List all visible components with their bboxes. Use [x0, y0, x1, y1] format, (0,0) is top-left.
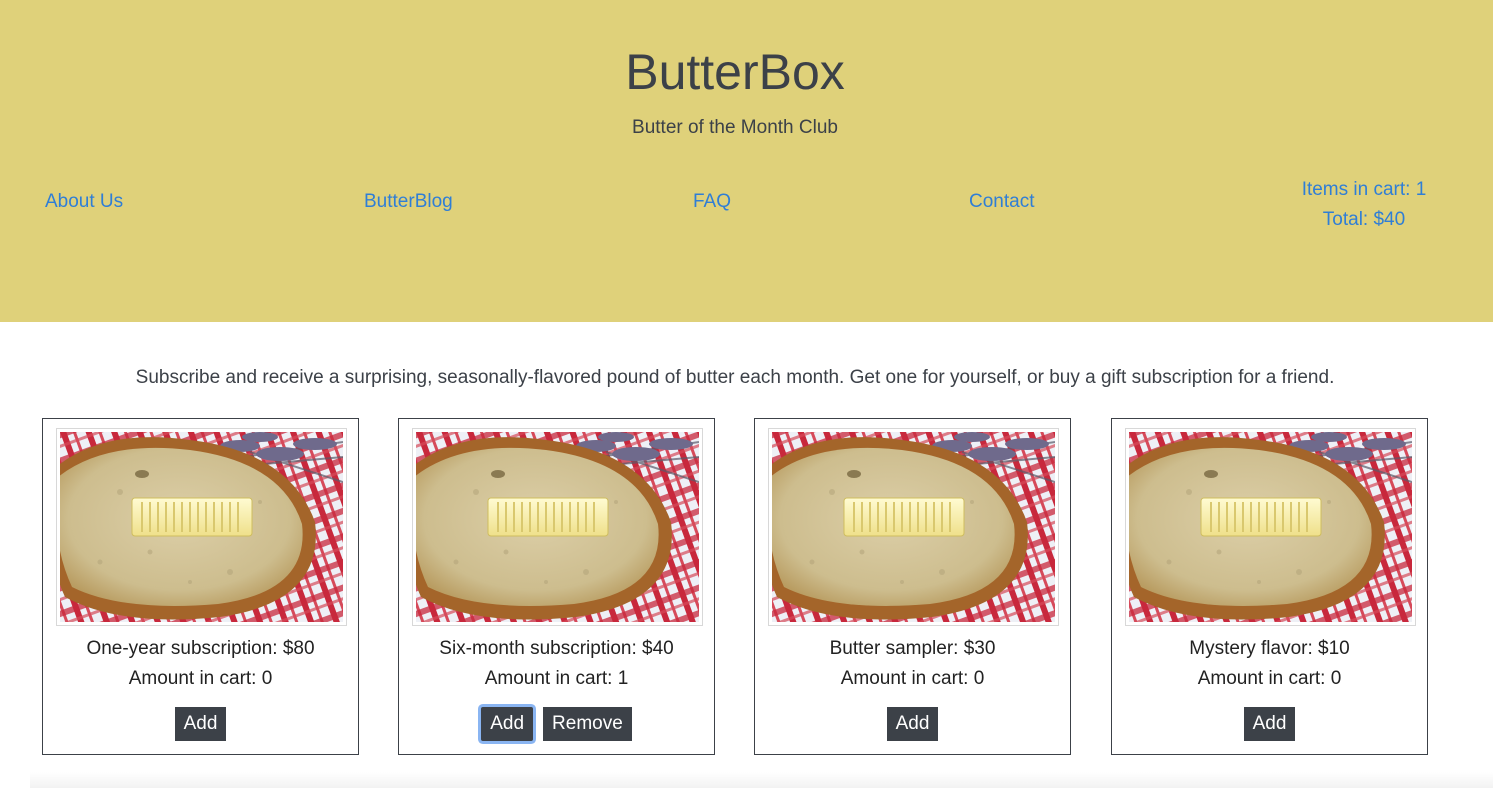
nav-link-contact[interactable]: Contact [969, 190, 1034, 214]
cart-items-count: Items in cart: 1 [1301, 179, 1427, 200]
product-name: Six-month subscription: $40 [439, 638, 674, 659]
product-card: One-year subscription: $80 Amount in car… [42, 418, 359, 755]
product-card: Mystery flavor: $10 Amount in cart: 0 Ad… [1111, 418, 1428, 755]
nav-link-faq[interactable]: FAQ [693, 190, 731, 214]
site-tagline: Butter of the Month Club [632, 117, 838, 138]
add-button[interactable]: Add [886, 707, 939, 741]
butter-on-bread-photo [416, 432, 699, 622]
remove-button[interactable]: Remove [543, 707, 632, 741]
site-title: ButterBox [625, 44, 845, 100]
product-image-frame [1125, 428, 1416, 626]
nav-link-butterblog[interactable]: ButterBlog [364, 190, 453, 214]
add-button[interactable]: Add [174, 707, 227, 741]
butter-on-bread-photo [1129, 432, 1412, 622]
intro-text: Subscribe and receive a surprising, seas… [135, 367, 1335, 388]
cart-total: Total: $40 [1322, 209, 1406, 230]
product-amount-in-cart: Amount in cart: 0 [1197, 668, 1342, 689]
product-actions: Add Remove [399, 707, 714, 741]
add-button[interactable]: Add [1243, 707, 1296, 741]
product-name: Mystery flavor: $10 [1189, 638, 1350, 659]
product-actions: Add [755, 707, 1070, 741]
product-actions: Add [43, 707, 358, 741]
butter-on-bread-photo [772, 432, 1055, 622]
product-name: One-year subscription: $80 [86, 638, 315, 659]
product-image-frame [56, 428, 347, 626]
product-amount-in-cart: Amount in cart: 1 [484, 668, 629, 689]
cart-summary[interactable]: Items in cart: 1 Total: $40 [1280, 175, 1448, 235]
footer-shadow [30, 772, 1493, 788]
butter-on-bread-photo [60, 432, 343, 622]
nav-link-about-us[interactable]: About Us [45, 190, 123, 214]
product-amount-in-cart: Amount in cart: 0 [840, 668, 985, 689]
product-actions: Add [1112, 707, 1427, 741]
product-image-frame [412, 428, 703, 626]
product-image-frame [768, 428, 1059, 626]
product-card: Six-month subscription: $40 Amount in ca… [398, 418, 715, 755]
product-name: Butter sampler: $30 [829, 638, 996, 659]
site-header: ButterBox Butter of the Month Club About… [0, 0, 1493, 322]
product-card: Butter sampler: $30 Amount in cart: 0 Ad… [754, 418, 1071, 755]
product-amount-in-cart: Amount in cart: 0 [128, 668, 273, 689]
add-button[interactable]: Add [481, 707, 534, 741]
